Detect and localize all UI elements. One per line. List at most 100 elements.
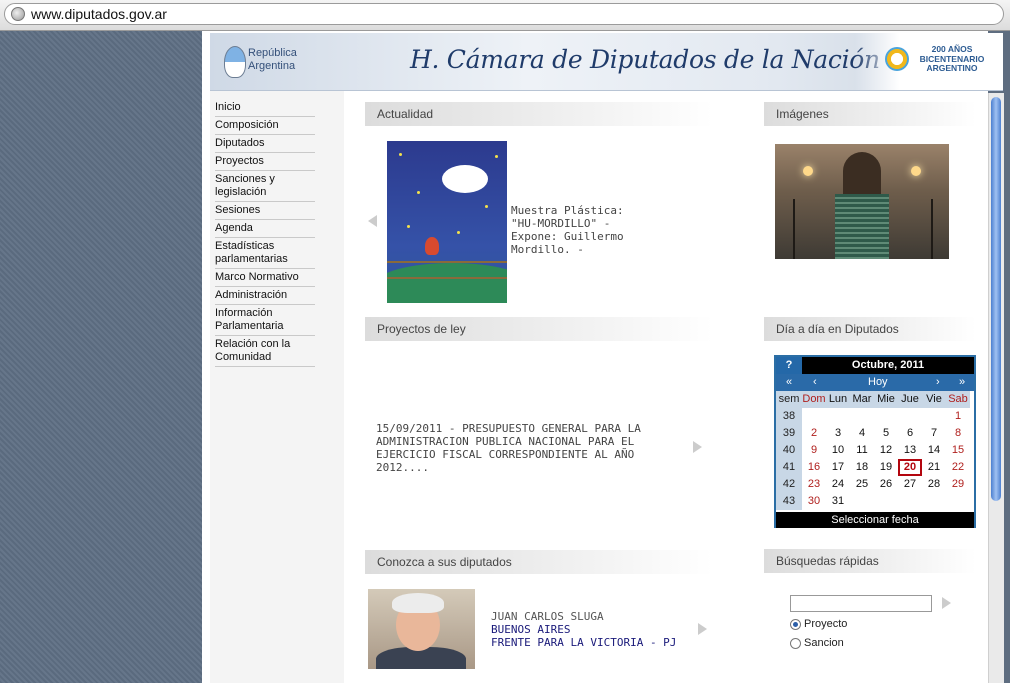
- deputy-name[interactable]: JUAN CARLOS SLUGA: [491, 610, 604, 623]
- calendar-day[interactable]: 6: [898, 425, 922, 442]
- calendar-day[interactable]: 1: [946, 408, 970, 425]
- nav-item-administracion[interactable]: Administración: [215, 289, 315, 305]
- calendar-day[interactable]: 30: [802, 493, 826, 510]
- calendar-week-number: 40: [776, 442, 802, 459]
- republica-argentina-logo[interactable]: República Argentina: [248, 47, 297, 73]
- nav-item-sesiones[interactable]: Sesiones: [215, 204, 315, 220]
- conozca-next-icon[interactable]: [698, 623, 707, 635]
- calendar-day: [898, 408, 922, 425]
- calendar-day[interactable]: 26: [874, 476, 898, 493]
- nav-item-relacion[interactable]: Relación con la Comunidad: [215, 338, 315, 367]
- star-shape: [457, 231, 460, 234]
- calendar-day[interactable]: 31: [826, 493, 850, 510]
- republica-line-2: Argentina: [248, 60, 296, 72]
- calendar-day[interactable]: 10: [826, 442, 850, 459]
- main-content: Actualidad Muestra Plástica: "HU-MORDILL…: [346, 91, 988, 683]
- nav-item-composicion[interactable]: Composición: [215, 119, 315, 135]
- calendar-day[interactable]: 24: [826, 476, 850, 493]
- star-shape: [495, 155, 498, 158]
- staircase-shape: [835, 194, 889, 259]
- calendar-day[interactable]: 12: [874, 442, 898, 459]
- actualidad-prev-icon[interactable]: [368, 215, 377, 227]
- calendar-day[interactable]: 13: [898, 442, 922, 459]
- quick-search-input[interactable]: [790, 595, 932, 612]
- republica-line-1: República: [248, 47, 297, 59]
- calendar-prev-month-button[interactable]: ‹: [813, 374, 817, 391]
- calendar-day[interactable]: 11: [850, 442, 874, 459]
- calendar-week-number: 39: [776, 425, 802, 442]
- calendar-day[interactable]: 28: [922, 476, 946, 493]
- calendar-day[interactable]: 21: [922, 459, 946, 476]
- nav-item-sanciones[interactable]: Sanciones y legislación: [215, 173, 315, 202]
- calendar-day[interactable]: 9: [802, 442, 826, 459]
- nav-item-proyectos[interactable]: Proyectos: [215, 155, 315, 171]
- calendar-day: [874, 408, 898, 425]
- calendar-day[interactable]: 4: [850, 425, 874, 442]
- calendar-day: [826, 408, 850, 425]
- calendar-weekday-6: Vie: [922, 391, 946, 408]
- radio-sancion[interactable]: [790, 638, 801, 649]
- lamp-shape: [803, 166, 813, 176]
- calendar-day[interactable]: 22: [946, 459, 970, 476]
- nav-item-diputados[interactable]: Diputados: [215, 137, 315, 153]
- site-title[interactable]: H. Cámara de Diputados de la Nación: [410, 45, 880, 74]
- calendar-next-year-button[interactable]: »: [959, 374, 965, 391]
- radio-proyecto[interactable]: [790, 619, 801, 630]
- calendar-day[interactable]: 14: [922, 442, 946, 459]
- quick-search-submit-icon[interactable]: [942, 597, 951, 609]
- calendar-next-month-button[interactable]: ›: [936, 374, 940, 391]
- calendar-day[interactable]: 2: [802, 425, 826, 442]
- imagenes-photo[interactable]: [775, 144, 949, 259]
- calendar-day[interactable]: 18: [850, 459, 874, 476]
- calendar-help-button[interactable]: ?: [776, 357, 802, 374]
- calendar-day: [802, 408, 826, 425]
- calendar-day: [922, 493, 946, 510]
- nav-item-inicio[interactable]: Inicio: [215, 101, 315, 117]
- rooster-shape: [425, 237, 439, 255]
- calendar-day[interactable]: 15: [946, 442, 970, 459]
- calendar-select-date[interactable]: Seleccionar fecha: [776, 512, 974, 528]
- calendar-day[interactable]: 3: [826, 425, 850, 442]
- radio-sancion-label[interactable]: Sancion: [804, 637, 844, 649]
- hair-shape: [392, 593, 444, 613]
- calendar-day[interactable]: 27: [898, 476, 922, 493]
- proyectos-next-icon[interactable]: [693, 441, 702, 453]
- proyecto-text[interactable]: 15/09/2011 - PRESUPUESTO GENERAL PARA LA…: [376, 422, 666, 474]
- deputy-portrait[interactable]: [368, 589, 475, 669]
- calendar-day[interactable]: 17: [826, 459, 850, 476]
- sun-icon: [885, 47, 909, 71]
- calendar-week-row: 39 2 3 4 5 6 7 8: [776, 425, 974, 442]
- calendar-day[interactable]: 23: [802, 476, 826, 493]
- calendar-day: [922, 408, 946, 425]
- calendar-week-row: 40 9 10 11 12 13 14 15: [776, 442, 974, 459]
- calendar-day: [898, 493, 922, 510]
- actualidad-image[interactable]: [387, 141, 507, 303]
- address-bar[interactable]: www.diputados.gov.ar: [4, 3, 1004, 25]
- calendar-day[interactable]: 25: [850, 476, 874, 493]
- conozca-header: Conozca a sus diputados: [365, 550, 713, 574]
- calendar-month-title: Octubre, 2011: [851, 359, 925, 371]
- calendar-prev-year-button[interactable]: «: [786, 374, 792, 391]
- calendar-weekday-3: Mar: [850, 391, 874, 408]
- nav-item-informacion[interactable]: Información Parlamentaria: [215, 307, 315, 336]
- scrollbar-thumb[interactable]: [991, 97, 1001, 501]
- calendar-today-button[interactable]: Hoy: [868, 374, 888, 391]
- calendar-day[interactable]: 8: [946, 425, 970, 442]
- calendar-day[interactable]: 16: [802, 459, 826, 476]
- calendar-day[interactable]: 7: [922, 425, 946, 442]
- star-shape: [407, 225, 410, 228]
- url-text[interactable]: www.diputados.gov.ar: [31, 6, 167, 22]
- calendar-day[interactable]: 19: [874, 459, 898, 476]
- calendar-day[interactable]: 5: [874, 425, 898, 442]
- nav-item-agenda[interactable]: Agenda: [215, 222, 315, 238]
- calendar-day-today[interactable]: 20: [898, 459, 922, 476]
- bicentenario-logo[interactable]: 200 AÑOS BICENTENARIO ARGENTINO: [855, 33, 1003, 90]
- nav-item-estadisticas[interactable]: Estadísticas parlamentarias: [215, 240, 315, 269]
- page-scrollbar[interactable]: [988, 93, 1004, 683]
- star-shape: [417, 191, 420, 194]
- actualidad-caption[interactable]: Muestra Plástica: "HU-MORDILLO" - Expone…: [511, 204, 651, 256]
- nav-item-marco-normativo[interactable]: Marco Normativo: [215, 271, 315, 287]
- calendar-week-row: 41 16 17 18 19 20 21 22: [776, 459, 974, 476]
- calendar-day[interactable]: 29: [946, 476, 970, 493]
- radio-proyecto-label[interactable]: Proyecto: [804, 618, 847, 630]
